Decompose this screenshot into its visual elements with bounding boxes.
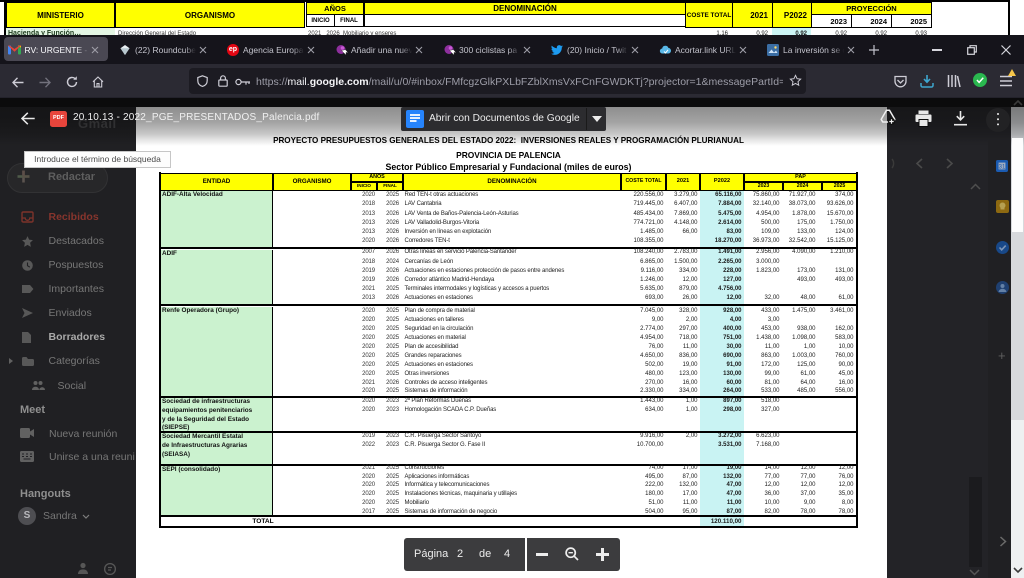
svg-text:31: 31 — [999, 165, 1006, 171]
